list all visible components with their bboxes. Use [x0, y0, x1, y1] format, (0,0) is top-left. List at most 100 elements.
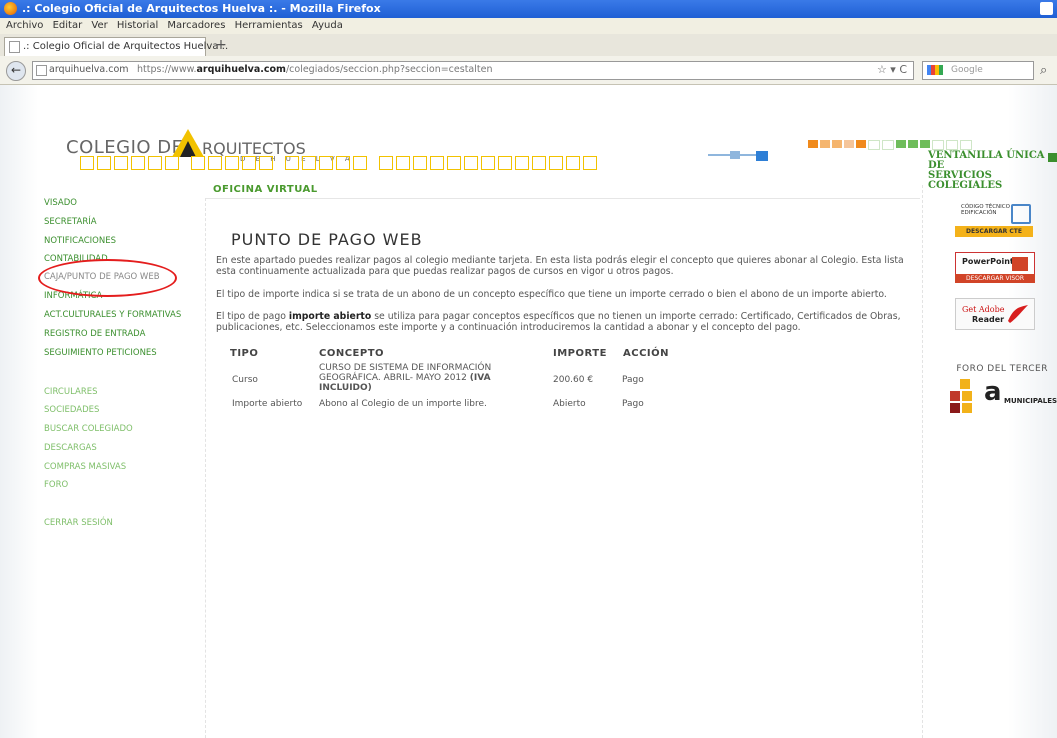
- url-path: /colegiados/seccion.php?seccion=cestalte…: [285, 64, 493, 75]
- blue-block-light: [730, 151, 740, 159]
- tab-colegio[interactable]: .: Colegio Oficial de Arquitectos Huelva…: [4, 37, 228, 56]
- foro-logo-square: [962, 403, 972, 413]
- back-button[interactable]: ←: [6, 61, 26, 81]
- powerpoint-box: PowerPoint: [955, 252, 1035, 276]
- row1-concepto-line2: GEOGRÁFICA. ABRIL- MAYO 2012 (IVA: [319, 373, 519, 383]
- menu-bar: Archivo Editar Ver Historial Marcadores …: [0, 18, 1057, 34]
- color-square: [844, 140, 854, 148]
- color-square: [960, 140, 972, 150]
- highlight-circle: [38, 259, 177, 297]
- menu-item-act-culturales[interactable]: ACT.CULTURALES Y FORMATIVAS: [44, 310, 181, 320]
- cte-line2: EDIFICACIÓN: [961, 210, 997, 216]
- powerpoint-label: PowerPoint: [962, 257, 1014, 266]
- foro-logo-text: MUNICIPALES: [1004, 397, 1057, 405]
- search-icon[interactable]: ⌕: [1040, 63, 1047, 78]
- decorative-square: [148, 156, 162, 170]
- menu-item-secretaria[interactable]: SECRETARÍA: [44, 217, 97, 227]
- color-squares-strip: [808, 140, 974, 150]
- header-accion: ACCIÓN: [623, 348, 670, 359]
- decorative-square: [208, 156, 222, 170]
- menu-item-sociedades[interactable]: SOCIEDADES: [44, 405, 99, 415]
- menu-ver[interactable]: Ver: [91, 20, 107, 31]
- decorative-square: [498, 156, 512, 170]
- logo-text-colegio: COLEGIO DE: [66, 137, 184, 158]
- menu-item-visado[interactable]: VISADO: [44, 198, 77, 208]
- menu-item-circulares[interactable]: CIRCULARES: [44, 387, 98, 397]
- cte-download-banner[interactable]: CÓDIGO TÉCNICO EDIFICACIÓN DESCARGAR CTE: [955, 200, 1033, 240]
- decorative-square: [549, 156, 563, 170]
- section-title: OFICINA VIRTUAL: [213, 184, 318, 195]
- menu-marcadores[interactable]: Marcadores: [167, 20, 225, 31]
- foro-logo-square: [960, 379, 970, 389]
- tab-bar: .: Colegio Oficial de Arquitectos Huelva…: [0, 34, 1057, 57]
- decorative-square: [447, 156, 461, 170]
- ventanilla-line2: SERVICIOS COLEGIALES: [928, 170, 1003, 191]
- divider-left: [205, 198, 207, 738]
- row1-pago-link[interactable]: Pago: [622, 375, 644, 385]
- url-text: https://www.arquihuelva.com/colegiados/s…: [137, 64, 492, 75]
- decorative-square: [114, 156, 128, 170]
- menu-item-descargas[interactable]: DESCARGAS: [44, 443, 97, 453]
- powerpoint-download-button[interactable]: DESCARGAR VISOR: [955, 274, 1035, 283]
- decorative-square: [566, 156, 580, 170]
- logo-a-inner: [180, 141, 196, 157]
- decorative-square: [285, 156, 299, 170]
- cte-text: CÓDIGO TÉCNICO EDIFICACIÓN: [961, 204, 1010, 216]
- google-icon[interactable]: [927, 65, 943, 75]
- powerpoint-viewer-banner[interactable]: PowerPoint DESCARGAR VISOR: [955, 252, 1035, 284]
- decorative-square: [165, 156, 179, 170]
- header-importe: IMPORTE: [553, 348, 607, 359]
- foro-logo-square: [950, 391, 960, 401]
- adobe-reader-banner[interactable]: Get Adobe Reader: [955, 298, 1035, 330]
- menu-editar[interactable]: Editar: [53, 20, 83, 31]
- menu-item-buscar-colegiado[interactable]: BUSCAR COLEGIADO: [44, 424, 133, 434]
- ventanilla-unica-link[interactable]: VENTANILLA ÚNICA DE SERVICIOS COLEGIALES: [928, 151, 1048, 191]
- decorative-square: [481, 156, 495, 170]
- decorative-squares: [80, 156, 670, 172]
- menu-item-notificaciones[interactable]: NOTIFICACIONES: [44, 236, 116, 246]
- menu-item-compras-masivas[interactable]: COMPRAS MASIVAS: [44, 462, 126, 472]
- decorative-square: [131, 156, 145, 170]
- row2-pago-link[interactable]: Pago: [622, 399, 644, 409]
- tab-label: .: Colegio Oficial de Arquitectos Huelva…: [23, 41, 229, 52]
- color-square: [832, 140, 842, 148]
- url-bar[interactable]: arquihuelva.com https://www.arquihuelva.…: [32, 61, 914, 80]
- window-restore-button[interactable]: [1040, 2, 1053, 15]
- cte-download-button[interactable]: DESCARGAR CTE: [955, 226, 1033, 237]
- decorative-square: [396, 156, 410, 170]
- para3-bold: importe abierto: [288, 311, 372, 322]
- color-square: [882, 140, 894, 150]
- color-square: [908, 140, 918, 148]
- menu-item-registro-entrada[interactable]: REGISTRO DE ENTRADA: [44, 329, 145, 339]
- decorative-square: [515, 156, 529, 170]
- menu-archivo[interactable]: Archivo: [6, 20, 43, 31]
- decorative-gap: [182, 156, 188, 168]
- foro-municipales-logo[interactable]: a MUNICIPALES: [948, 379, 1057, 413]
- row1-importe: 200.60 €: [553, 375, 594, 385]
- new-tab-button[interactable]: +: [212, 36, 230, 54]
- adobe-get-label: Get Adobe: [962, 305, 1005, 314]
- site-identity-icon[interactable]: [36, 65, 47, 76]
- url-controls[interactable]: ☆ ▾ C: [877, 63, 907, 76]
- color-square: [896, 140, 906, 148]
- divider: [205, 198, 920, 199]
- menu-item-seguimiento-peticiones[interactable]: SEGUIMIENTO PETICIONES: [44, 348, 157, 358]
- menu-historial[interactable]: Historial: [117, 20, 158, 31]
- decorative-square: [353, 156, 367, 170]
- row2-tipo: Importe abierto: [232, 399, 303, 409]
- firefox-icon: [4, 2, 17, 15]
- color-square: [868, 140, 880, 150]
- menu-herramientas[interactable]: Herramientas: [235, 20, 303, 31]
- decorative-square: [191, 156, 205, 170]
- page-favicon: [9, 41, 20, 53]
- search-box[interactable]: Google: [922, 61, 1034, 80]
- importe-abierto-paragraph: El tipo de pago importe abierto se utili…: [216, 311, 916, 333]
- menu-ayuda[interactable]: Ayuda: [312, 20, 343, 31]
- header-concepto: CONCEPTO: [319, 348, 385, 359]
- decorative-square: [225, 156, 239, 170]
- decorative-square: [464, 156, 478, 170]
- navigation-bar: ← arquihuelva.com https://www.arquihuelv…: [0, 56, 1057, 85]
- menu-item-cerrar-sesion[interactable]: CERRAR SESIÓN: [44, 518, 113, 528]
- menu-item-foro[interactable]: FORO: [44, 480, 68, 490]
- header-tipo: TIPO: [230, 348, 259, 359]
